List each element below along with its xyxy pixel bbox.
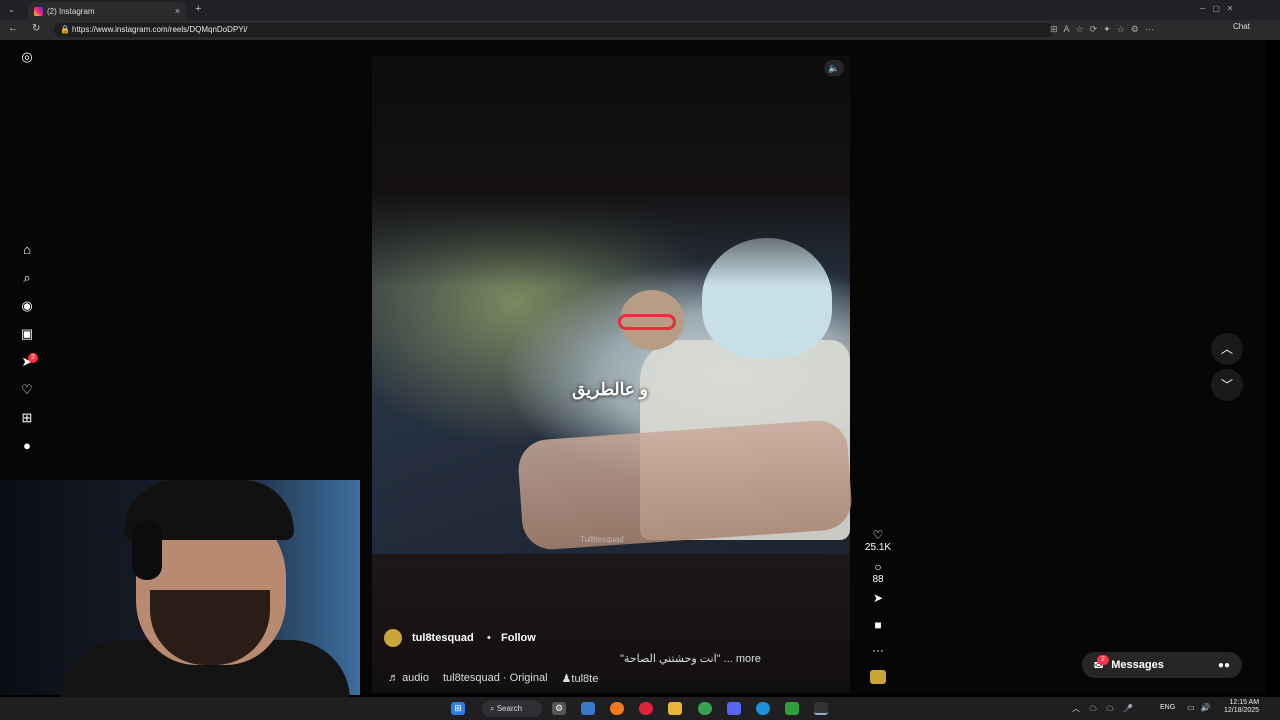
refresh-button[interactable]: ↻ (32, 23, 40, 34)
like-button[interactable]: ♡ 25.1K (862, 528, 894, 554)
audio-source-link[interactable]: tul8tesquad · Original (443, 672, 548, 685)
audio-link[interactable]: ♬ audio (388, 672, 429, 685)
explore-icon[interactable]: ◉ (18, 297, 36, 315)
start-icon[interactable]: ⊞ (451, 702, 465, 715)
message-avatars: ●● (1217, 659, 1230, 671)
search-icon: ⌕ (490, 704, 497, 713)
url-input[interactable]: https://www.instagram.com/reels/DQMqnDoD… (54, 23, 1054, 37)
messages-label: Messages (1111, 659, 1164, 671)
music-note-icon: ♬ (388, 672, 399, 684)
like-count: 25.1K (864, 542, 892, 553)
separator-dot: • (487, 632, 491, 644)
browser-toolbar-icons[interactable]: ⊞A☆⟳✦☆⚙⋯ (1050, 24, 1160, 35)
create-icon[interactable]: ⊞ (18, 409, 36, 427)
video-scene-shade (372, 196, 850, 286)
messages-badge: 2 (28, 353, 38, 363)
video-scene-glasses (618, 314, 676, 330)
share-icon: ➤ (872, 591, 884, 605)
messages-pill-badge: 2 (1097, 655, 1109, 665)
instagram-logo-icon[interactable]: ◎ (18, 48, 36, 66)
settings-app-icon[interactable]: ⚙ (552, 702, 566, 715)
profile-icon[interactable]: ● (18, 437, 36, 455)
search-icon[interactable]: ⌕ (18, 269, 36, 287)
window-controls[interactable]: ─ ▢ ✕ (1200, 4, 1233, 13)
soundcloud-app-icon[interactable] (610, 702, 624, 715)
mute-button[interactable]: 🔈 (824, 60, 844, 76)
follow-button[interactable]: Follow (501, 632, 536, 644)
clock-time: 12:15 AM (1229, 699, 1260, 706)
audio-row: ♬ audio tul8tesquad · Original ♟tul8te (388, 672, 598, 685)
new-tab-button[interactable]: + (195, 3, 201, 15)
video-subtitle: و عالطريق (572, 380, 648, 399)
webcam-headphones (132, 520, 162, 580)
edge-icon[interactable] (756, 702, 770, 715)
comment-count: 88 (872, 574, 884, 585)
heart-icon: ♡ (872, 528, 884, 542)
app-icon-red[interactable] (639, 702, 653, 715)
chat-button[interactable]: Chat (1233, 22, 1250, 31)
notifications-icon[interactable]: ♡ (18, 381, 36, 399)
discord-icon[interactable] (727, 702, 741, 715)
language-indicator[interactable]: ENG (1160, 704, 1175, 711)
home-icon[interactable]: ⌂ (18, 241, 36, 259)
tab-title: (2) Instagram (47, 6, 95, 16)
chrome-icon[interactable] (698, 702, 712, 715)
caption[interactable]: "انت وحشتني الصاحة" ... more (620, 652, 761, 665)
more-icon: ··· (872, 643, 884, 657)
active-browser-icon[interactable] (814, 702, 828, 715)
system-tray-icons[interactable]: ︿☁☁🎤 (1072, 703, 1142, 714)
previous-reel-button[interactable]: ︿ (1211, 333, 1243, 365)
network-volume-icons[interactable]: ▭🔊 (1187, 703, 1217, 712)
tab-close-icon[interactable]: × (175, 6, 180, 16)
share-button[interactable]: ➤ (862, 592, 894, 605)
photos-app-icon[interactable] (581, 702, 595, 715)
person-icon: ♟ (561, 673, 572, 685)
browser-tab-bar (0, 0, 1280, 20)
comment-button[interactable]: ○ 88 (862, 560, 894, 586)
tab-instagram[interactable]: (2) Instagram × (28, 2, 186, 20)
clock[interactable]: 12:15 AM 12/18/2025 (1224, 699, 1259, 715)
bookmark-icon: ■ (874, 618, 882, 632)
tab-list-chevron-icon[interactable]: ⌄ (8, 5, 15, 14)
lock-icon: 🔒 (60, 25, 70, 34)
audio-thumbnail[interactable] (870, 670, 886, 684)
instagram-favicon-icon (34, 6, 43, 16)
reels-icon[interactable]: ▣ (18, 325, 36, 343)
back-button[interactable]: ← (8, 23, 18, 34)
tagged-user-link[interactable]: ♟tul8te (562, 672, 599, 685)
next-reel-button[interactable]: ﹀ (1211, 369, 1243, 401)
video-scene-arm (516, 418, 854, 552)
username-link[interactable]: tul8tesquad (412, 632, 474, 644)
app-icon-green[interactable] (785, 702, 799, 715)
comment-icon: ○ (874, 560, 882, 574)
video-watermark: Tul8tesquad (580, 535, 624, 544)
taskbar-search[interactable]: ⌕ Search (482, 700, 542, 717)
save-button[interactable]: ■ (862, 619, 894, 632)
clock-date: 12/18/2025 (1224, 707, 1260, 714)
file-explorer-icon[interactable] (668, 702, 682, 715)
avatar[interactable] (384, 629, 402, 647)
more-options-button[interactable]: ··· (862, 644, 894, 657)
